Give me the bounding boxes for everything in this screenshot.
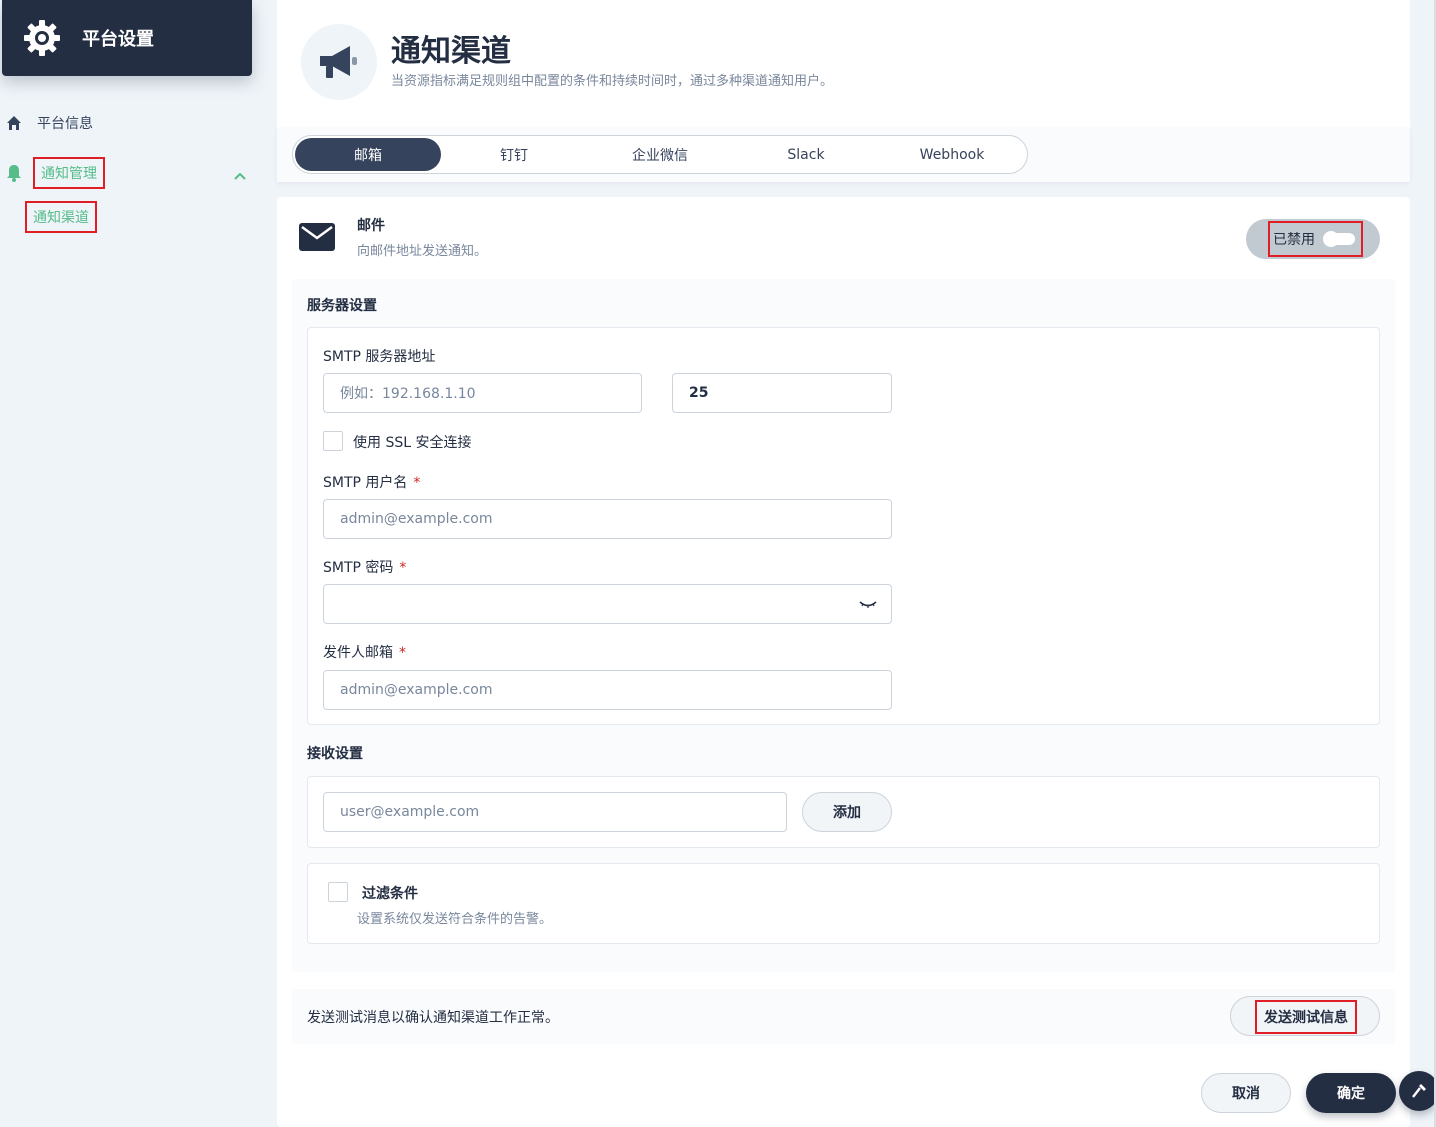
required-mark: *	[399, 645, 406, 661]
channel-title: 邮件	[357, 218, 385, 234]
filter-description: 设置系统仅发送符合条件的告警。	[357, 912, 553, 927]
filter-checkbox[interactable]	[328, 882, 348, 902]
required-mark: *	[413, 475, 421, 491]
ssl-label: 使用 SSL 安全连接	[353, 435, 472, 451]
mail-icon	[299, 223, 335, 251]
server-settings-panel: SMTP 服务器地址 例如：192.168.1.10 25 使用 SSL 安全连…	[307, 327, 1380, 725]
receive-settings-panel: user@example.com 添加	[307, 776, 1380, 848]
sidebar-item-notification-management[interactable]: 通知管理	[0, 156, 105, 190]
smtp-password-input[interactable]	[323, 584, 892, 624]
toggle-highlight: 已禁用	[1268, 221, 1363, 257]
eye-closed-icon[interactable]	[859, 599, 877, 609]
required-mark: *	[399, 560, 407, 576]
sidebar-item-label: 通知渠道	[25, 201, 97, 233]
home-icon	[4, 113, 24, 133]
smtp-address-label: SMTP 服务器地址	[323, 349, 436, 365]
send-test-button[interactable]: 发送测试信息	[1230, 996, 1380, 1036]
channel-subtitle: 向邮件地址发送通知。	[357, 244, 488, 259]
sender-email-label: 发件人邮箱 *	[323, 645, 406, 661]
toggle-status-label: 已禁用	[1273, 232, 1315, 248]
smtp-address-input[interactable]: 例如：192.168.1.10	[323, 373, 642, 413]
add-recipient-button[interactable]: 添加	[802, 792, 892, 832]
send-test-label: 发送测试信息	[1255, 1000, 1357, 1034]
sidebar-title: 平台设置	[82, 29, 154, 50]
test-message-text: 发送测试消息以确认通知渠道工作正常。	[307, 1010, 559, 1026]
ssl-checkbox[interactable]	[323, 431, 343, 451]
tab-dingtalk[interactable]: 钉钉	[441, 138, 587, 171]
sidebar-item-label: 通知管理	[33, 157, 105, 189]
cancel-button[interactable]: 取消	[1201, 1073, 1291, 1113]
confirm-button[interactable]: 确定	[1306, 1073, 1396, 1113]
main-content: 通知渠道 当资源指标满足规则组中配置的条件和持续时间时，通过多种渠道通知用户。 …	[277, 0, 1410, 1127]
tab-bar: 邮箱 钉钉 企业微信 Slack Webhook	[277, 127, 1410, 182]
smtp-username-label: SMTP 用户名 *	[323, 475, 421, 491]
tab-webhook[interactable]: Webhook	[879, 138, 1025, 171]
page-header: 通知渠道 当资源指标满足规则组中配置的条件和持续时间时，通过多种渠道通知用户。	[277, 0, 1410, 127]
tab-slack[interactable]: Slack	[733, 138, 879, 171]
sidebar: 平台设置 平台信息 通知管理 通知渠道	[0, 0, 276, 1127]
toggle-knob	[1323, 231, 1355, 247]
smtp-username-input[interactable]: admin@example.com	[323, 499, 892, 539]
tab-wecom[interactable]: 企业微信	[587, 138, 733, 171]
tab-email[interactable]: 邮箱	[295, 138, 441, 171]
filter-panel: 过滤条件 设置系统仅发送符合条件的告警。	[307, 863, 1380, 944]
enable-toggle[interactable]: 已禁用	[1246, 219, 1380, 259]
smtp-password-label: SMTP 密码 *	[323, 560, 407, 576]
email-channel-card: 邮件 向邮件地址发送通知。 已禁用 服务器设置 SMTP 服务器地址 例如：19…	[277, 197, 1410, 1127]
recipient-email-input[interactable]: user@example.com	[323, 792, 787, 832]
receive-settings-heading: 接收设置	[307, 746, 363, 762]
hammer-icon[interactable]	[1399, 1071, 1436, 1111]
chevron-up-icon[interactable]	[232, 170, 248, 182]
channel-tabs: 邮箱 钉钉 企业微信 Slack Webhook	[292, 135, 1028, 174]
sidebar-item-platform-info[interactable]: 平台信息	[0, 106, 93, 140]
gear-icon	[24, 20, 60, 56]
sidebar-item-notification-channels[interactable]: 通知渠道	[25, 200, 97, 234]
page-description: 当资源指标满足规则组中配置的条件和持续时间时，通过多种渠道通知用户。	[391, 74, 834, 89]
page-title: 通知渠道	[391, 34, 511, 69]
bell-icon	[4, 163, 24, 183]
sidebar-item-label: 平台信息	[37, 116, 93, 132]
server-settings-heading: 服务器设置	[307, 298, 377, 314]
test-message-bar: 发送测试消息以确认通知渠道工作正常。 发送测试信息	[292, 989, 1395, 1044]
sender-email-input[interactable]: admin@example.com	[323, 670, 892, 710]
filter-title: 过滤条件	[362, 886, 418, 902]
sidebar-header: 平台设置	[2, 0, 252, 76]
megaphone-icon	[301, 24, 377, 100]
settings-section: 服务器设置 SMTP 服务器地址 例如：192.168.1.10 25 使用 S…	[292, 279, 1395, 972]
smtp-port-input[interactable]: 25	[672, 373, 892, 413]
